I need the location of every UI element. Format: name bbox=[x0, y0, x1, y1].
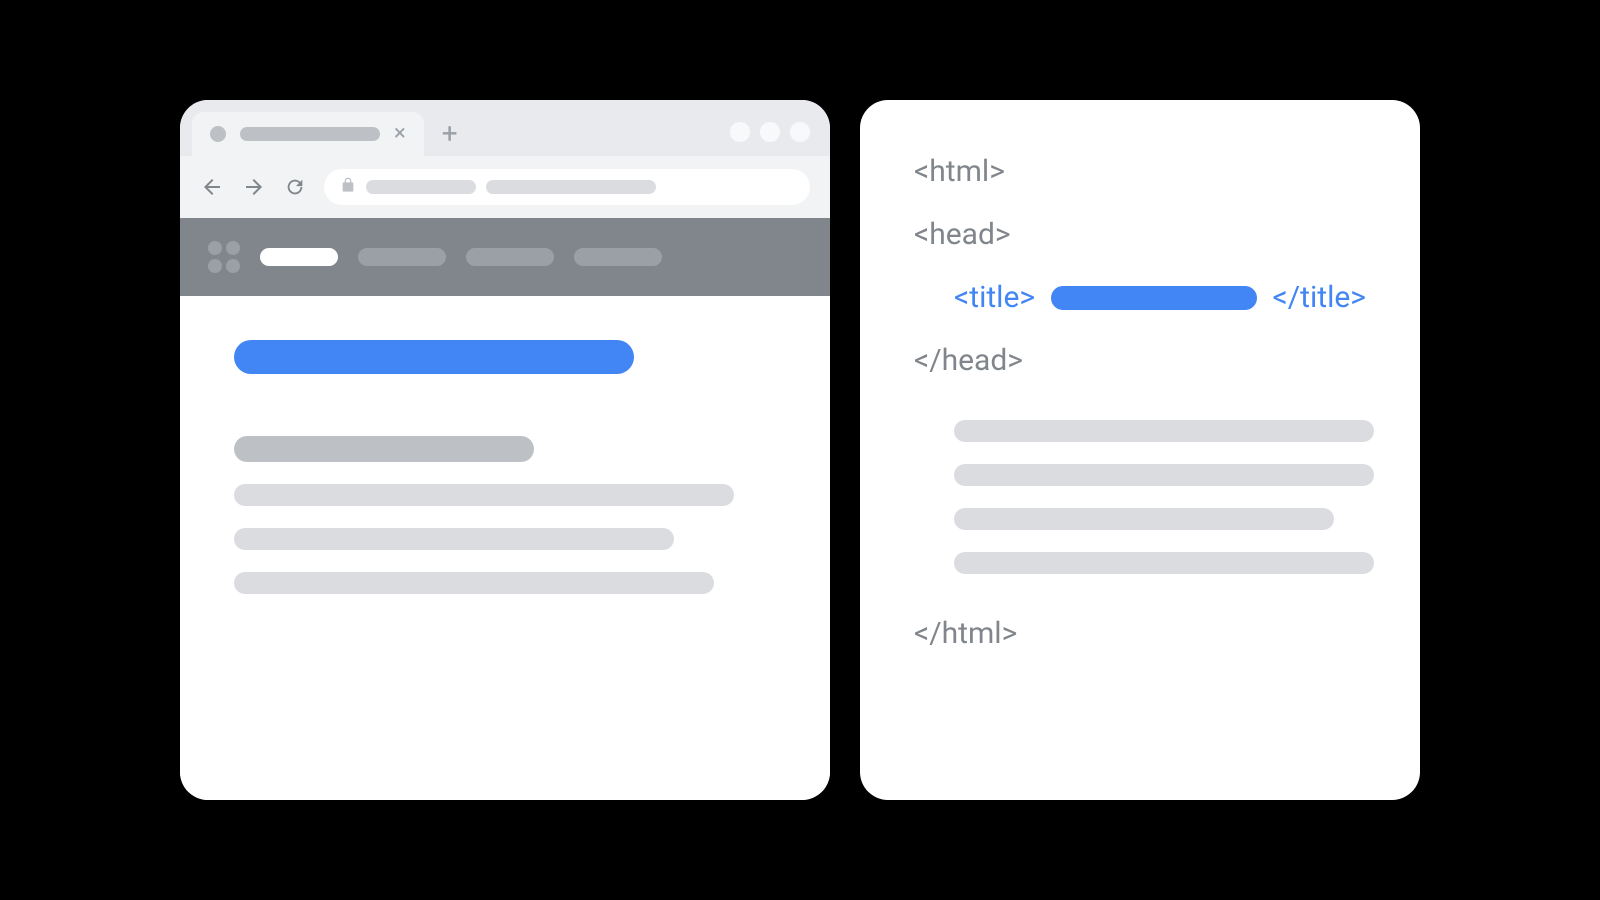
tab-strip: × + bbox=[180, 100, 830, 156]
code-line-html-open: <html> bbox=[914, 154, 1366, 189]
code-body-placeholder bbox=[954, 464, 1374, 486]
page-content bbox=[180, 296, 830, 800]
nav-item-active[interactable] bbox=[260, 248, 338, 266]
address-bar[interactable] bbox=[324, 169, 810, 205]
site-header bbox=[180, 218, 830, 296]
window-maximize-icon[interactable] bbox=[760, 122, 780, 142]
page-subheading-placeholder bbox=[234, 436, 534, 462]
body-text-placeholder bbox=[234, 484, 734, 506]
title-content-placeholder bbox=[1051, 286, 1256, 310]
new-tab-button[interactable]: + bbox=[432, 112, 468, 156]
nav-item[interactable] bbox=[574, 248, 662, 266]
code-line-title: <title> </title> bbox=[914, 280, 1366, 315]
close-icon[interactable]: × bbox=[394, 123, 406, 145]
browser-toolbar bbox=[180, 156, 830, 218]
url-segment bbox=[366, 180, 476, 194]
code-line-html-close: </html> bbox=[914, 616, 1366, 651]
title-tag-close: </title> bbox=[1273, 280, 1366, 315]
code-body-placeholder bbox=[954, 552, 1374, 574]
page-title-placeholder bbox=[234, 340, 634, 374]
nav-item[interactable] bbox=[466, 248, 554, 266]
window-minimize-icon[interactable] bbox=[730, 122, 750, 142]
code-line-head-close: </head> bbox=[914, 343, 1366, 378]
app-logo-icon bbox=[208, 241, 240, 273]
browser-window: × + bbox=[180, 100, 830, 800]
title-tag-open: <title> bbox=[954, 280, 1035, 315]
forward-button[interactable] bbox=[242, 175, 266, 199]
browser-tab[interactable]: × bbox=[192, 112, 424, 156]
nav-item[interactable] bbox=[358, 248, 446, 266]
favicon-icon bbox=[210, 126, 226, 142]
tab-title-placeholder bbox=[240, 127, 380, 141]
code-body-placeholder bbox=[954, 420, 1374, 442]
reload-icon bbox=[284, 176, 306, 198]
reload-button[interactable] bbox=[284, 176, 306, 198]
back-button[interactable] bbox=[200, 175, 224, 199]
url-segment bbox=[486, 180, 656, 194]
body-text-placeholder bbox=[234, 528, 674, 550]
lock-icon bbox=[340, 177, 356, 197]
body-text-placeholder bbox=[234, 572, 714, 594]
arrow-left-icon bbox=[200, 175, 224, 199]
code-body-placeholder bbox=[954, 508, 1334, 530]
arrow-right-icon bbox=[242, 175, 266, 199]
code-body-block bbox=[914, 406, 1366, 588]
window-close-icon[interactable] bbox=[790, 122, 810, 142]
code-line-head-open: <head> bbox=[914, 217, 1366, 252]
code-panel: <html> <head> <title> </title> </head> <… bbox=[860, 100, 1420, 800]
window-controls bbox=[730, 122, 818, 156]
